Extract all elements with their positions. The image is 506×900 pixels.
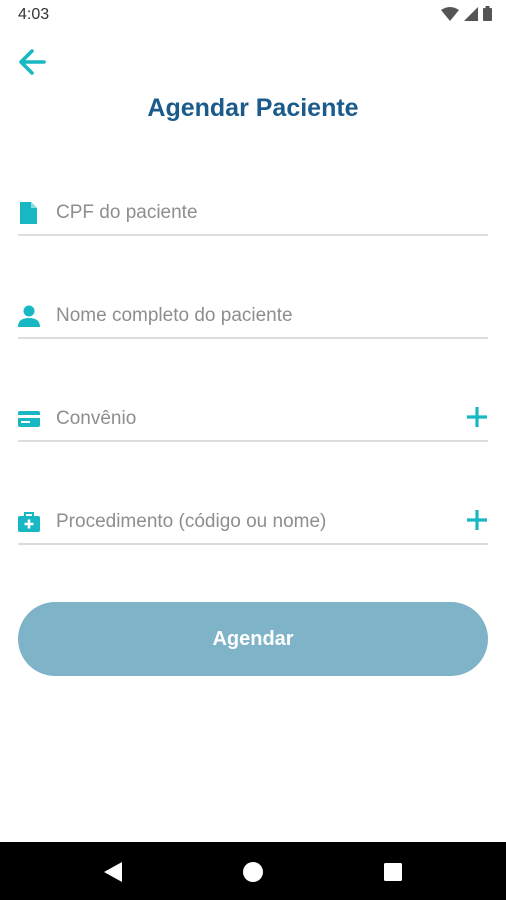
page-title: Agendar Paciente <box>147 94 359 122</box>
signal-icon <box>464 6 478 21</box>
medical-kit-icon <box>18 512 40 532</box>
circle-home-icon <box>243 862 263 882</box>
wifi-icon <box>441 6 459 21</box>
square-recents-icon <box>384 863 402 881</box>
document-icon <box>20 202 37 224</box>
cpf-input[interactable] <box>56 196 456 230</box>
nav-home-button[interactable] <box>240 859 266 885</box>
status-icons <box>441 6 492 21</box>
convenio-input[interactable] <box>56 402 456 436</box>
agendar-button[interactable]: Agendar <box>18 602 488 676</box>
nav-recents-button[interactable] <box>380 859 406 885</box>
arrow-left-icon <box>19 49 46 75</box>
status-bar: 4:03 <box>0 0 506 32</box>
nome-field[interactable] <box>18 299 488 339</box>
triangle-back-icon <box>104 862 122 882</box>
battery-icon <box>483 6 492 21</box>
card-icon <box>18 411 40 427</box>
procedimento-input[interactable] <box>56 505 456 539</box>
navigation-bar <box>0 842 506 900</box>
plus-icon[interactable] <box>466 509 488 531</box>
plus-icon[interactable] <box>466 406 488 428</box>
back-button[interactable] <box>14 44 50 80</box>
person-icon <box>18 305 40 327</box>
procedimento-field[interactable] <box>18 505 488 545</box>
status-time: 4:03 <box>18 6 50 23</box>
cpf-field[interactable] <box>18 196 488 236</box>
convenio-field[interactable] <box>18 402 488 442</box>
nav-back-button[interactable] <box>100 859 126 885</box>
nome-input[interactable] <box>56 299 456 333</box>
